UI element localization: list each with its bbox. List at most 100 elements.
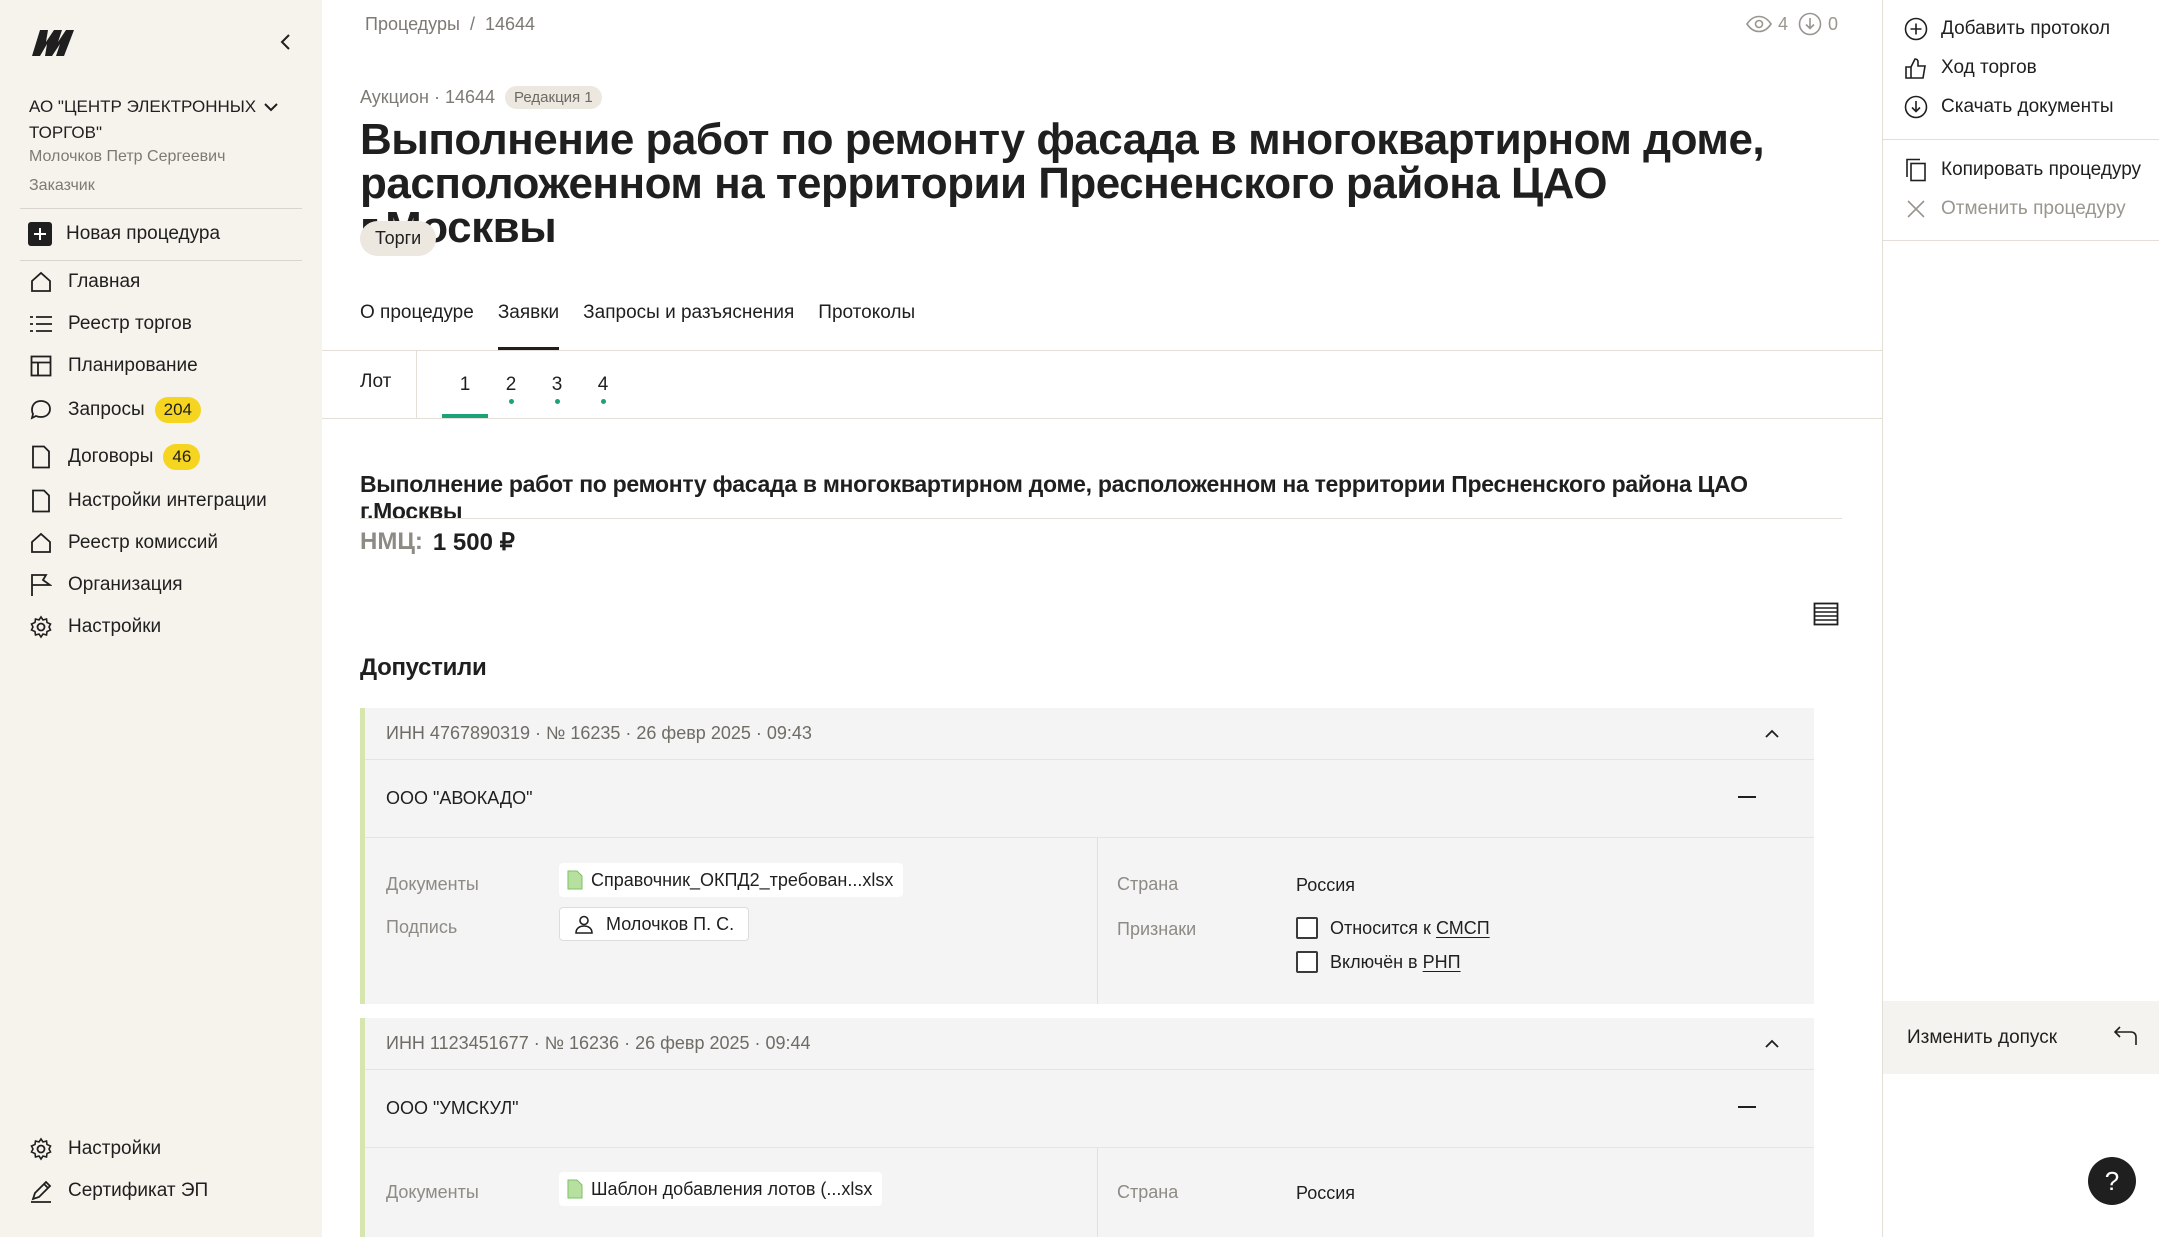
revision-badge: Редакция 1 (505, 86, 602, 109)
country-label: Страна (1117, 874, 1179, 894)
new-procedure-button[interactable]: Новая процедура (20, 216, 302, 252)
rnp-prefix: Включён в (1330, 951, 1418, 972)
collapse-sidebar-button[interactable] (274, 28, 296, 56)
gear-icon (28, 1136, 54, 1162)
rnp-link[interactable]: РНП (1423, 952, 1461, 972)
home-icon (28, 530, 54, 556)
procedure-stats: 4 0 (1746, 12, 1838, 36)
lot-tab-4[interactable]: 4 (580, 351, 626, 418)
sidebar-item-requests[interactable]: Запросы 204 (20, 392, 302, 428)
copy-procedure-button[interactable]: Копировать процедуру (1903, 157, 2141, 183)
lot-title: Выполнение работ по ремонту фасада в мно… (360, 471, 1748, 524)
document-chip[interactable]: Шаблон добавления лотов (...xlsx (559, 1172, 883, 1206)
breadcrumb-separator: / (469, 14, 475, 34)
sidebar-item-integration-settings[interactable]: Настройки интеграции (20, 483, 302, 519)
lot-status-dot (600, 399, 606, 404)
eye-icon (1746, 15, 1772, 33)
application-meta: ИНН 4767890319 · № 16235 · 26 февр 2025 … (365, 708, 1814, 760)
document-name: Справочник_ОКПД2_требован...xlsx (591, 869, 894, 890)
sidebar-item-commission-registry[interactable]: Реестр комиссий (20, 525, 302, 561)
panel-divider (1883, 240, 2159, 241)
sidebar-item-planning[interactable]: Планирование (20, 348, 302, 384)
lot-label: Лот (360, 371, 392, 392)
nmc-label: НМЦ: (360, 528, 423, 555)
country-value: Россия (1296, 875, 1356, 895)
signer-chip[interactable]: Молочков П. С. (559, 907, 750, 941)
sidebar-item-home[interactable]: Главная (20, 264, 302, 300)
procedure-subtitle: Аукцион · 14644 Редакция 1 (360, 86, 602, 109)
lot-divider (360, 518, 1842, 519)
plus-icon (28, 222, 52, 246)
checkbox-box[interactable] (1296, 917, 1318, 939)
lot-tab-label: 1 (459, 373, 471, 395)
org-switcher-button[interactable] (258, 96, 284, 118)
sidebar-item-trade-registry[interactable]: Реестр торгов (20, 306, 302, 342)
sidebar-item-contracts[interactable]: Договоры 46 (20, 439, 302, 475)
download-icon (1798, 12, 1822, 36)
tab-about[interactable]: О процедуре (360, 296, 474, 350)
lot-tab-label: 4 (597, 373, 609, 395)
application-details: Документы Шаблон добавления лотов (...xl… (365, 1148, 1814, 1237)
collapse-minus-icon[interactable] (1738, 796, 1756, 798)
documents-label: Документы (386, 1182, 479, 1202)
add-protocol-button[interactable]: Добавить протокол (1903, 16, 2110, 42)
close-icon (1903, 196, 1929, 222)
smsp-prefix: Относится к (1330, 917, 1431, 938)
sidebar-item-label: Запросы (68, 399, 145, 420)
procedure-type-number: Аукцион · 14644 (360, 87, 496, 107)
document-chip[interactable]: Справочник_ОКПД2_требован...xlsx (559, 863, 904, 897)
actions-panel: Добавить протокол Ход торгов Скачать док… (1882, 0, 2159, 1237)
country-label: Страна (1117, 1182, 1179, 1202)
collapse-minus-icon[interactable] (1738, 1106, 1756, 1108)
breadcrumb-current: 14644 (484, 14, 536, 34)
application-details: Документы Справочник_ОКПД2_требован...xl… (365, 838, 1814, 1004)
sidebar-item-bottom-settings[interactable]: Настройки (20, 1131, 302, 1167)
user-name: Молочков Петр Сергеевич (29, 148, 226, 165)
sidebar-item-label: Планирование (68, 355, 198, 376)
lot-tab-1[interactable]: 1 (442, 351, 488, 418)
sidebar-item-label: Реестр комиссий (68, 532, 219, 553)
smsp-link[interactable]: СМСП (1436, 918, 1490, 938)
column-separator (1097, 838, 1098, 1004)
tab-protocols[interactable]: Протоколы (818, 296, 915, 350)
application-org-name: ООО "УМСКУЛ" (386, 1098, 519, 1118)
download-icon (1903, 94, 1929, 120)
chevron-up-icon[interactable] (1760, 1032, 1784, 1056)
sidebar-item-settings[interactable]: Настройки (20, 609, 302, 645)
action-label: Скачать документы (1941, 96, 2114, 117)
sidebar-item-label: Организация (68, 574, 183, 595)
logo[interactable] (28, 24, 76, 60)
tab-requests[interactable]: Запросы и разъяснения (583, 296, 794, 350)
change-admission-button[interactable]: Изменить допуск (1883, 1001, 2159, 1074)
lot-status-dot (554, 399, 560, 404)
lot-status-dot (508, 399, 514, 404)
application-card: ИНН 4767890319 · № 16235 · 26 февр 2025 … (360, 708, 1814, 1004)
change-admission-label: Изменить допуск (1907, 1026, 2058, 1048)
copy-icon (1903, 157, 1929, 183)
breadcrumb-procedures-link[interactable]: Процедуры (365, 14, 460, 35)
trade-progress-button[interactable]: Ход торгов (1903, 55, 2037, 81)
sidebar-item-certificate[interactable]: Сертификат ЭП (20, 1173, 302, 1209)
procedure-tabs: О процедуре Заявки Запросы и разъяснения… (360, 296, 915, 351)
chat-icon (28, 397, 54, 423)
rnp-checkbox[interactable]: Включён в РНП (1296, 951, 1461, 973)
checkbox-box[interactable] (1296, 951, 1318, 973)
documents-label: Документы (386, 874, 479, 894)
cancel-procedure-button[interactable]: Отменить процедуру (1903, 196, 2126, 222)
lot-tab-3[interactable]: 3 (534, 351, 580, 418)
table-view-icon[interactable] (1812, 600, 1840, 628)
help-button[interactable]: ? (2088, 1157, 2136, 1205)
sidebar: АО "ЦЕНТР ЭЛЕКТРОННЫХ ТОРГОВ" Молочков П… (0, 0, 322, 1237)
download-documents-button[interactable]: Скачать документы (1903, 94, 2113, 120)
sidebar-item-organization[interactable]: Организация (20, 567, 302, 603)
lot-tab-2[interactable]: 2 (488, 351, 534, 418)
application-org: ООО "УМСКУЛ" (365, 1070, 1814, 1148)
signature-label: Подпись (386, 917, 458, 937)
lot-tabs: 1 2 3 4 (442, 351, 626, 418)
breadcrumb: Процедуры / 14644 (365, 14, 535, 35)
chevron-up-icon[interactable] (1760, 722, 1784, 746)
list-icon (28, 311, 54, 337)
application-org: ООО "АВОКАДО" (365, 760, 1814, 838)
tab-applications[interactable]: Заявки (497, 296, 560, 351)
smsp-checkbox[interactable]: Относится к СМСП (1296, 917, 1490, 939)
